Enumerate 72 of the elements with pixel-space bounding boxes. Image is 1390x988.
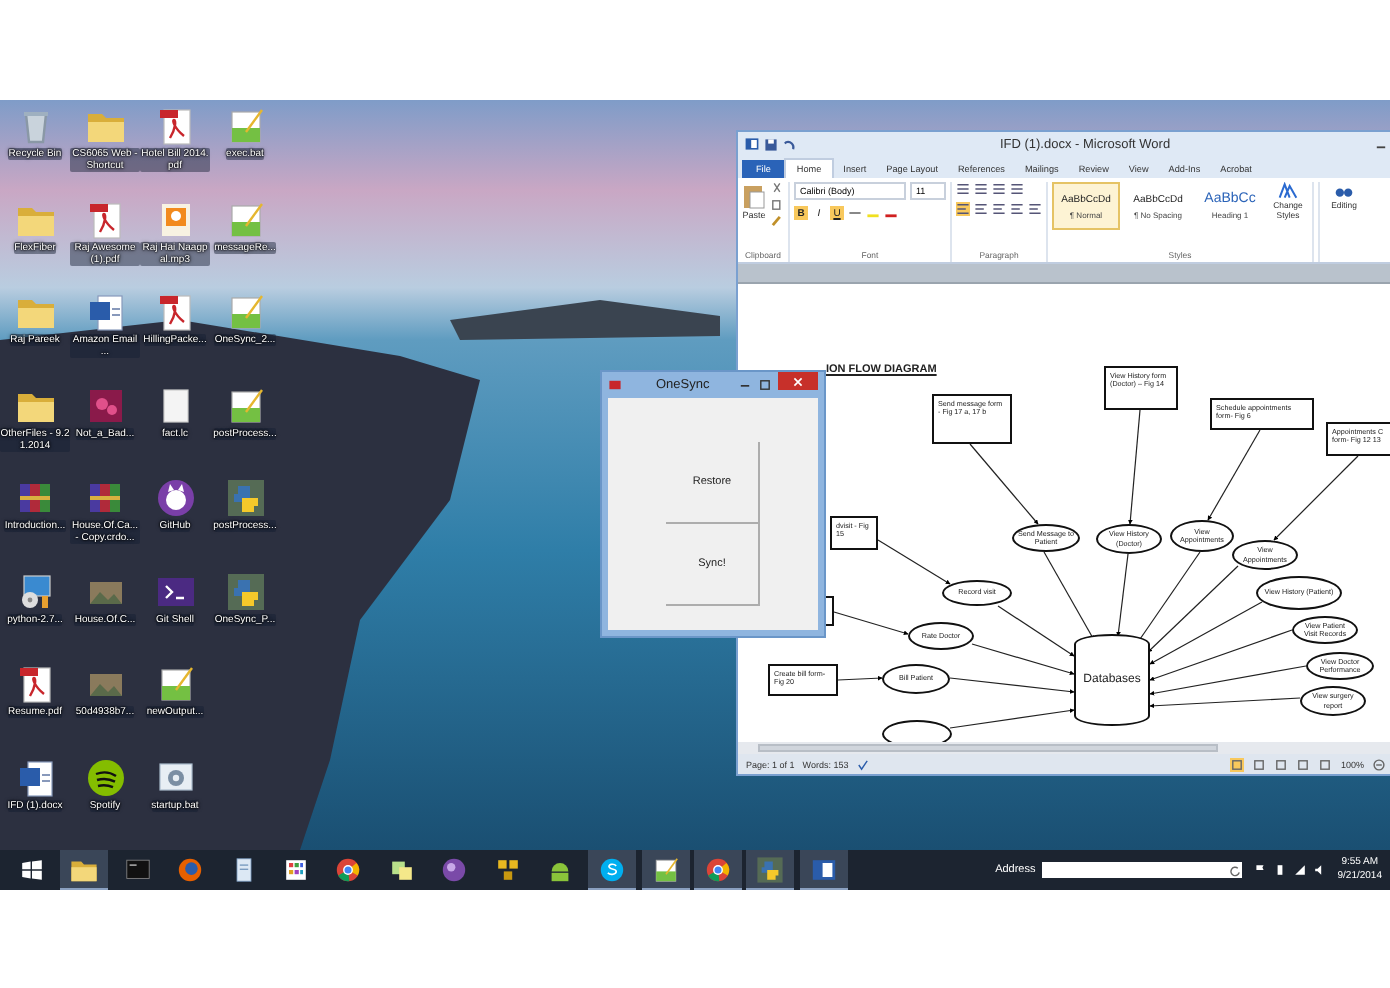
pdf-file-icon[interactable] bbox=[155, 106, 195, 146]
list-icon[interactable] bbox=[992, 182, 1006, 196]
taskbar-button[interactable] bbox=[746, 850, 795, 890]
scrollbar-thumb[interactable] bbox=[758, 744, 1218, 752]
document-icon bbox=[809, 855, 838, 883]
connector-arrow bbox=[837, 675, 883, 681]
sound-waves-icon[interactable] bbox=[85, 757, 125, 797]
align-icon[interactable] bbox=[1010, 202, 1024, 216]
browser-icon bbox=[704, 855, 733, 883]
align-icon[interactable] bbox=[974, 202, 988, 216]
text-file-icon[interactable] bbox=[155, 664, 195, 704]
document-icon[interactable] bbox=[85, 292, 125, 332]
undo-icon[interactable] bbox=[782, 137, 796, 151]
connector-arrow bbox=[1207, 429, 1261, 521]
document-icon[interactable] bbox=[15, 757, 55, 797]
address-field[interactable] bbox=[1041, 862, 1242, 878]
windows-start-icon bbox=[18, 856, 46, 884]
signal-icon[interactable] bbox=[1293, 864, 1306, 876]
python-icon bbox=[756, 855, 785, 883]
browser-icon bbox=[334, 856, 363, 884]
connector-arrow bbox=[877, 539, 951, 585]
brush-icon[interactable] bbox=[770, 214, 784, 228]
connector-arrow bbox=[1273, 455, 1359, 541]
taskbar-button[interactable] bbox=[588, 850, 637, 890]
align-icon[interactable] bbox=[1028, 202, 1042, 216]
cut-icon[interactable] bbox=[770, 182, 784, 196]
taskbar-button[interactable] bbox=[60, 850, 109, 890]
taskbar-button[interactable] bbox=[799, 850, 848, 890]
letters-icon bbox=[1278, 182, 1298, 200]
taskbar-button[interactable] bbox=[694, 850, 743, 890]
pdf-file-icon[interactable] bbox=[155, 292, 195, 332]
proofing-icon[interactable] bbox=[856, 757, 871, 771]
list-icon[interactable] bbox=[974, 182, 988, 196]
align-icon[interactable] bbox=[956, 202, 970, 216]
connector-arrow bbox=[969, 443, 1039, 525]
chat-icon bbox=[598, 855, 627, 883]
apps-grid-icon bbox=[281, 856, 310, 884]
close-button[interactable] bbox=[778, 372, 818, 390]
cat-icon[interactable] bbox=[155, 478, 195, 518]
zoom-out-icon[interactable] bbox=[1372, 757, 1386, 771]
list-icon[interactable] bbox=[956, 182, 970, 196]
browser-icon bbox=[176, 856, 205, 884]
gear-icon[interactable] bbox=[155, 757, 195, 797]
connector-arrow bbox=[1116, 553, 1129, 637]
connector-arrow bbox=[949, 708, 1075, 729]
orb-icon bbox=[440, 856, 469, 884]
copy-icon[interactable] bbox=[770, 198, 784, 212]
align-icon[interactable] bbox=[992, 202, 1006, 216]
pdf-file-icon[interactable] bbox=[85, 199, 125, 239]
connector-arrow bbox=[833, 611, 909, 636]
text-file-icon[interactable] bbox=[225, 292, 265, 332]
flag-icon[interactable] bbox=[1253, 864, 1266, 876]
save-icon[interactable] bbox=[764, 137, 778, 151]
text-file-icon[interactable] bbox=[225, 385, 265, 425]
terminal-icon bbox=[123, 856, 152, 884]
refresh-icon[interactable] bbox=[1227, 863, 1242, 877]
maximize-icon[interactable] bbox=[758, 378, 772, 392]
strikethrough-icon[interactable] bbox=[848, 206, 862, 220]
pdf-file-icon[interactable] bbox=[15, 664, 55, 704]
close-icon bbox=[792, 375, 804, 387]
speaker-icon[interactable] bbox=[1313, 864, 1326, 876]
archive-icon[interactable] bbox=[85, 478, 125, 518]
app-icon bbox=[608, 378, 622, 392]
text-file-icon bbox=[651, 855, 680, 883]
list-icon[interactable] bbox=[1010, 182, 1024, 196]
connector-arrow bbox=[1128, 409, 1141, 525]
taskbar-button[interactable] bbox=[641, 850, 690, 890]
blocks-icon bbox=[493, 856, 522, 884]
archive-icon[interactable] bbox=[15, 478, 55, 518]
sticky-notes-icon bbox=[387, 856, 416, 884]
document-icon bbox=[744, 136, 760, 152]
python-icon[interactable] bbox=[225, 478, 265, 518]
